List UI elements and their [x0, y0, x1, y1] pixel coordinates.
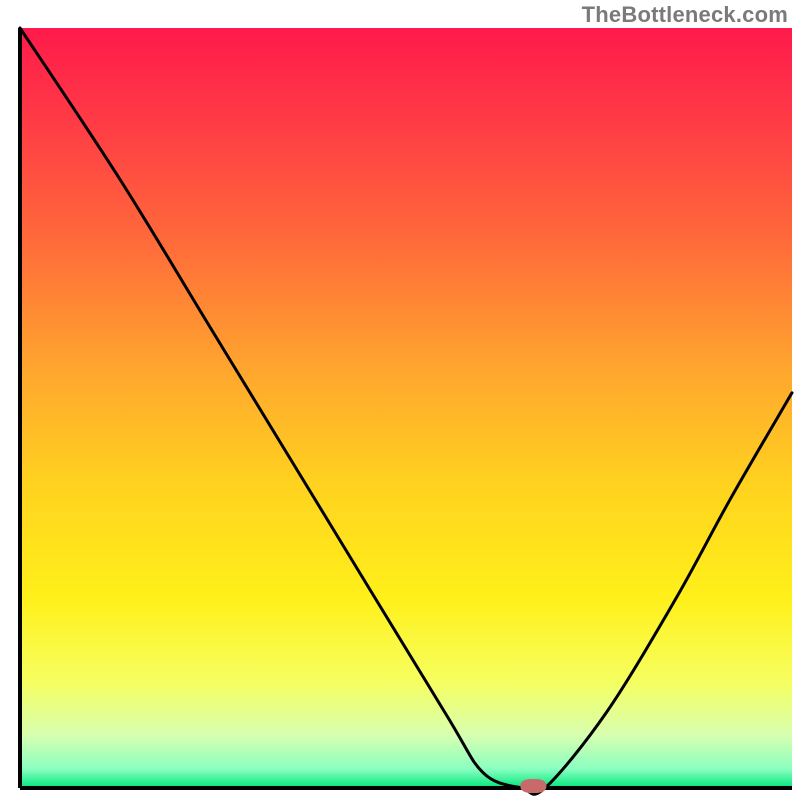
- chart-frame: TheBottleneck.com: [0, 0, 800, 800]
- optimum-marker: [520, 779, 546, 793]
- bottleneck-chart: [0, 0, 800, 800]
- chart-background-gradient: [20, 28, 792, 788]
